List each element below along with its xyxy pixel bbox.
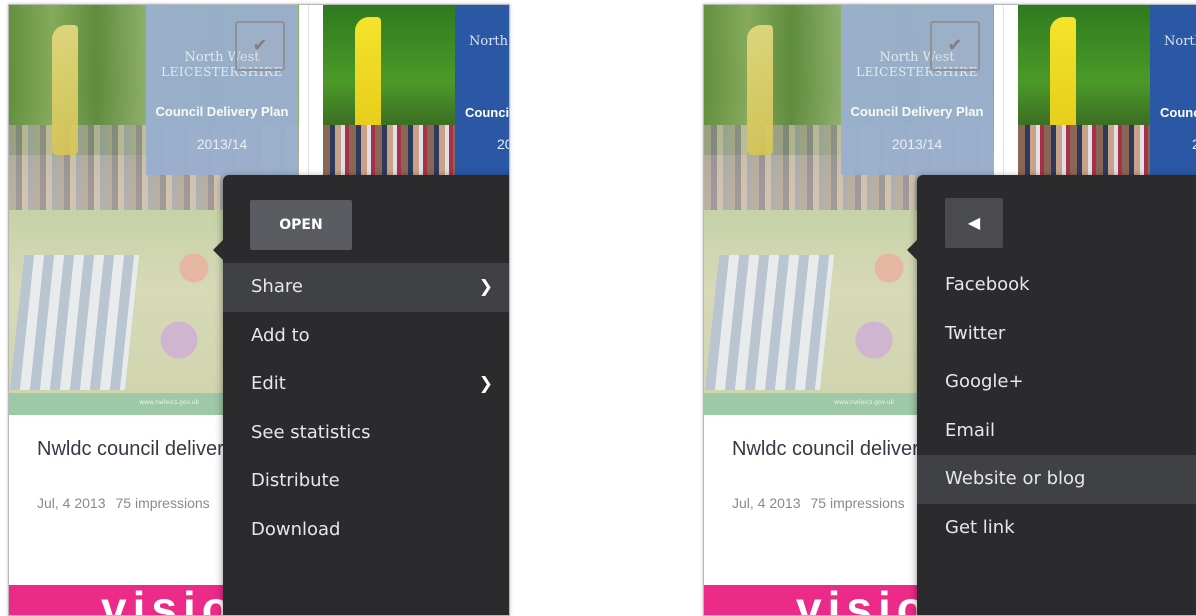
second-cover-title: Council (1160, 105, 1196, 120)
chevron-right-icon: ❯ (478, 374, 493, 394)
menu-item-label: See statistics (251, 421, 371, 443)
second-cover-title-box: North Leicestershire Council 2013/14 (455, 5, 510, 175)
menu-item-label: Download (251, 518, 341, 540)
menu-pointer-arrow (213, 239, 224, 261)
share-item-get-link[interactable]: Get link (917, 504, 1196, 553)
cover-title: Council Delivery Plan (155, 104, 289, 119)
share-item-twitter[interactable]: Twitter (917, 310, 1196, 359)
right-screen: www.nwleics.gov.uk North West LEICESTERS… (703, 4, 1196, 616)
share-item-google[interactable]: Google+ (917, 358, 1196, 407)
cover-year: 2013/14 (196, 136, 248, 152)
open-button[interactable]: OPEN (250, 200, 352, 250)
left-screen: www.nwleics.gov.uk North West LEICESTERS… (8, 4, 510, 616)
cover-footer-text: www.nwleics.gov.uk (139, 399, 199, 406)
second-document-thumbnail[interactable]: North Leicestershire Council 2013/14 (323, 5, 510, 175)
share-item-facebook[interactable]: Facebook (917, 261, 1196, 310)
thumbnail-food-banner (747, 25, 773, 155)
menu-item-share[interactable]: Share ❯ (223, 263, 509, 312)
cover-footer-text: www.nwleics.gov.uk (834, 399, 894, 406)
document-actions-menu: OPEN Share ❯ Add to Edit ❯ See statistics Dist… (213, 175, 509, 615)
check-icon: ✔ (947, 35, 963, 56)
document-title[interactable]: Nwldc council delivery plan13 14 (37, 437, 327, 462)
second-cover-org: North Leicestershire (1164, 34, 1196, 49)
menu-item-distribute[interactable]: Distribute (223, 457, 509, 506)
check-icon: ✔ (252, 35, 268, 56)
share-item-label: Email (945, 419, 995, 441)
second-cover-title: Council (465, 105, 510, 120)
select-checkbox[interactable]: ✔ (235, 21, 285, 71)
second-cover-title-box: North Leicestershire Council 2013/14 (1150, 5, 1196, 175)
menu-item-label: Share (251, 276, 303, 297)
second-document-thumbnail[interactable]: North Leicestershire Council 2013/14 (1018, 5, 1196, 175)
chevron-right-icon: ❯ (478, 277, 493, 297)
back-arrow-icon: ◀ (967, 213, 981, 232)
share-item-email[interactable]: Email (917, 407, 1196, 456)
share-item-label: Google+ (945, 371, 1024, 392)
thumbnail-food-banner (52, 25, 78, 155)
document-date: Jul, 4 2013 (732, 495, 801, 511)
document-meta: Jul, 4 2013 75 impressions (37, 495, 210, 511)
menu-item-label: Edit (251, 373, 286, 394)
thumbnail-deckchair (704, 255, 835, 390)
next-document-banner-text: visio (796, 582, 931, 616)
share-menu-list: Facebook Twitter Google+ Email Website or bl… (917, 261, 1196, 552)
actions-menu-list: Share ❯ Add to Edit ❯ See statistics Distribut… (223, 263, 509, 555)
document-impressions: 75 impressions (810, 495, 905, 511)
menu-item-label: Add to (251, 324, 310, 346)
cover-title: Council Delivery Plan (850, 104, 984, 119)
menu-item-download[interactable]: Download (223, 506, 509, 555)
second-cover-year: 2013/14 (497, 136, 509, 152)
menu-item-edit[interactable]: Edit ❯ (223, 360, 509, 409)
select-checkbox[interactable]: ✔ (930, 21, 980, 71)
next-document-banner-text: visio (101, 582, 236, 616)
second-cover-org: North Leicestershire (469, 34, 509, 49)
back-button[interactable]: ◀ (945, 198, 1003, 248)
menu-item-see-statistics[interactable]: See statistics (223, 409, 509, 458)
menu-pointer-arrow (907, 239, 918, 261)
document-impressions: 75 impressions (115, 495, 210, 511)
cover-year: 2013/14 (891, 136, 943, 152)
share-item-label: Twitter (945, 322, 1006, 344)
share-item-label: Website or blog (945, 468, 1086, 489)
document-title[interactable]: Nwldc council delivery plan13 14 (732, 437, 1022, 462)
document-date: Jul, 4 2013 (37, 495, 106, 511)
second-cover-year: 2013/14 (1192, 136, 1196, 152)
share-item-label: Facebook (945, 274, 1030, 295)
menu-item-add-to[interactable]: Add to (223, 312, 509, 361)
share-item-website-or-blog[interactable]: Website or blog (917, 455, 1196, 504)
share-item-label: Get link (945, 516, 1015, 538)
share-submenu: ◀ Facebook Twitter Google+ Email Website or … (907, 175, 1196, 615)
thumbnail-deckchair (9, 255, 140, 390)
menu-item-label: Distribute (251, 470, 340, 491)
document-meta: Jul, 4 2013 75 impressions (732, 495, 905, 511)
